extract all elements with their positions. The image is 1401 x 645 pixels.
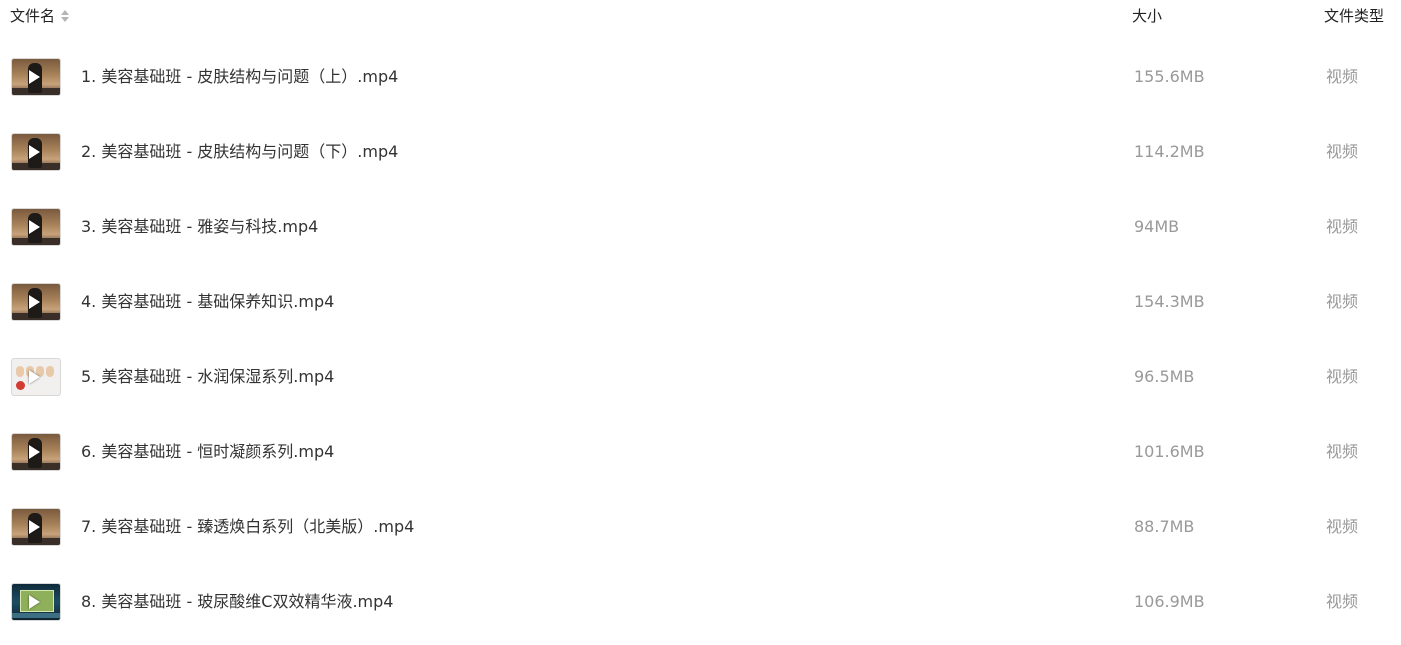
column-header-name[interactable]: 文件名 [10, 6, 70, 26]
file-name[interactable]: 3. 美容基础班 - 雅姿与科技.mp4 [81, 217, 318, 237]
file-type: 视频 [1326, 142, 1359, 161]
play-icon[interactable] [29, 220, 40, 234]
sort-icon[interactable] [60, 9, 70, 23]
file-name[interactable]: 8. 美容基础班 - 玻尿酸维C双效精华液.mp4 [81, 592, 393, 612]
file-row[interactable]: 8. 美容基础班 - 玻尿酸维C双效精华液.mp4 106.9MB 视频 [0, 565, 1401, 640]
file-size: 154.3MB [1134, 292, 1205, 311]
file-name[interactable]: 2. 美容基础班 - 皮肤结构与问题（下）.mp4 [81, 142, 398, 162]
file-row[interactable]: 5. 美容基础班 - 水润保湿系列.mp4 96.5MB 视频 [0, 340, 1401, 415]
file-type: 视频 [1326, 592, 1359, 611]
play-icon[interactable] [29, 370, 40, 384]
file-name[interactable]: 1. 美容基础班 - 皮肤结构与问题（上）.mp4 [81, 67, 398, 87]
file-row[interactable]: 6. 美容基础班 - 恒时凝颜系列.mp4 101.6MB 视频 [0, 415, 1401, 490]
file-size: 101.6MB [1134, 442, 1205, 461]
play-icon[interactable] [29, 145, 40, 159]
play-icon[interactable] [29, 70, 40, 84]
file-name[interactable]: 4. 美容基础班 - 基础保养知识.mp4 [81, 292, 334, 312]
video-thumbnail[interactable] [12, 434, 60, 470]
video-thumbnail[interactable] [12, 584, 60, 620]
thumbnail-face [46, 366, 54, 377]
file-size: 155.6MB [1134, 67, 1205, 86]
file-size: 94MB [1134, 217, 1180, 236]
video-thumbnail[interactable] [12, 209, 60, 245]
play-icon[interactable] [29, 445, 40, 459]
file-type: 视频 [1326, 67, 1359, 86]
file-type: 视频 [1326, 217, 1359, 236]
video-thumbnail[interactable] [12, 134, 60, 170]
file-type: 视频 [1326, 367, 1359, 386]
play-icon[interactable] [29, 520, 40, 534]
thumbnail-face [16, 366, 24, 377]
file-size: 114.2MB [1134, 142, 1205, 161]
play-icon[interactable] [29, 595, 40, 609]
thumbnail-logo [16, 381, 25, 390]
file-row[interactable]: 1. 美容基础班 - 皮肤结构与问题（上）.mp4 155.6MB 视频 [0, 40, 1401, 115]
video-thumbnail[interactable] [12, 509, 60, 545]
file-row[interactable]: 4. 美容基础班 - 基础保养知识.mp4 154.3MB 视频 [0, 265, 1401, 340]
file-row[interactable]: 3. 美容基础班 - 雅姿与科技.mp4 94MB 视频 [0, 190, 1401, 265]
file-type: 视频 [1326, 442, 1359, 461]
video-thumbnail[interactable] [12, 284, 60, 320]
file-row[interactable]: 7. 美容基础班 - 臻透焕白系列（北美版）.mp4 88.7MB 视频 [0, 490, 1401, 565]
file-size: 96.5MB [1134, 367, 1195, 386]
file-name[interactable]: 7. 美容基础班 - 臻透焕白系列（北美版）.mp4 [81, 517, 414, 537]
video-thumbnail[interactable] [12, 359, 60, 395]
video-thumbnail[interactable] [12, 59, 60, 95]
file-size: 106.9MB [1134, 592, 1205, 611]
thumbnail-bar [12, 613, 60, 618]
column-header-name-label: 文件名 [10, 7, 56, 25]
file-list: 1. 美容基础班 - 皮肤结构与问题（上）.mp4 155.6MB 视频 2. 美容基… [0, 40, 1401, 640]
file-name[interactable]: 5. 美容基础班 - 水润保湿系列.mp4 [81, 367, 334, 387]
file-size: 88.7MB [1134, 517, 1195, 536]
file-row[interactable]: 2. 美容基础班 - 皮肤结构与问题（下）.mp4 114.2MB 视频 [0, 115, 1401, 190]
play-icon[interactable] [29, 295, 40, 309]
column-header-type[interactable]: 文件类型 [1324, 6, 1384, 26]
file-list-header: 文件名 大小 文件类型 [0, 0, 1401, 34]
file-type: 视频 [1326, 517, 1359, 536]
file-name[interactable]: 6. 美容基础班 - 恒时凝颜系列.mp4 [81, 442, 334, 462]
file-type: 视频 [1326, 292, 1359, 311]
column-header-size[interactable]: 大小 [1132, 6, 1162, 26]
